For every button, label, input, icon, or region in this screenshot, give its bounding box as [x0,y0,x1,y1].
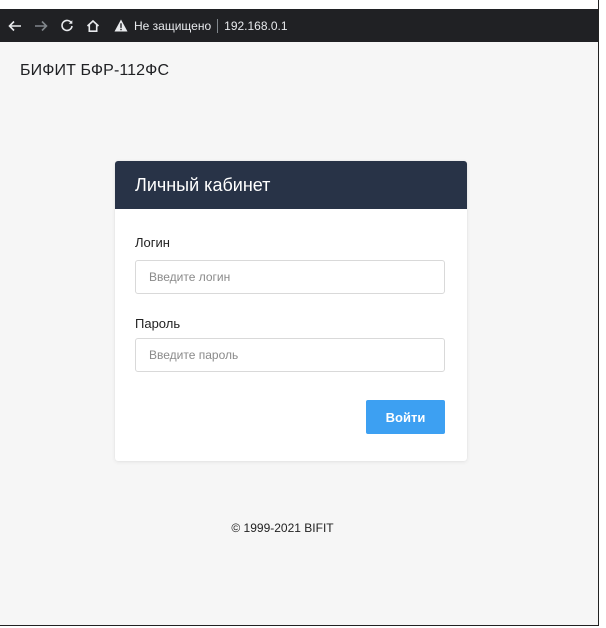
forward-button[interactable] [30,15,52,37]
browser-toolbar: Не защищено 192.168.0.1 [0,9,598,42]
back-button[interactable] [4,15,26,37]
brand-title: БИФИТ БФР-112ФС [20,62,170,79]
url-text[interactable]: 192.168.0.1 [224,19,287,33]
address-separator [217,18,219,33]
warning-icon[interactable] [114,19,128,32]
browser-window: Не защищено 192.168.0.1 БИФИТ БФР-112ФС … [0,0,599,626]
footer-copyright: © 1999-2021 BIFIT [231,521,334,535]
address-bar[interactable]: Не защищено 192.168.0.1 [114,14,288,38]
password-input[interactable] [135,338,445,372]
login-submit-button[interactable]: Войти [366,400,445,434]
login-card-title: Личный кабинет [135,174,271,195]
reload-button[interactable] [56,15,78,37]
home-button[interactable] [82,15,104,37]
password-label: Пароль [135,316,181,331]
login-card: Личный кабинет Логин Пароль Войти [115,161,467,461]
back-arrow-icon [8,20,21,31]
login-input[interactable] [135,260,445,294]
forward-arrow-icon [35,20,48,31]
security-status-text[interactable]: Не защищено [134,19,211,33]
window-top-strip [0,0,598,9]
home-icon [86,19,100,32]
login-label: Логин [135,235,170,250]
reload-icon [61,19,73,31]
login-card-header: Личный кабинет [115,161,467,209]
